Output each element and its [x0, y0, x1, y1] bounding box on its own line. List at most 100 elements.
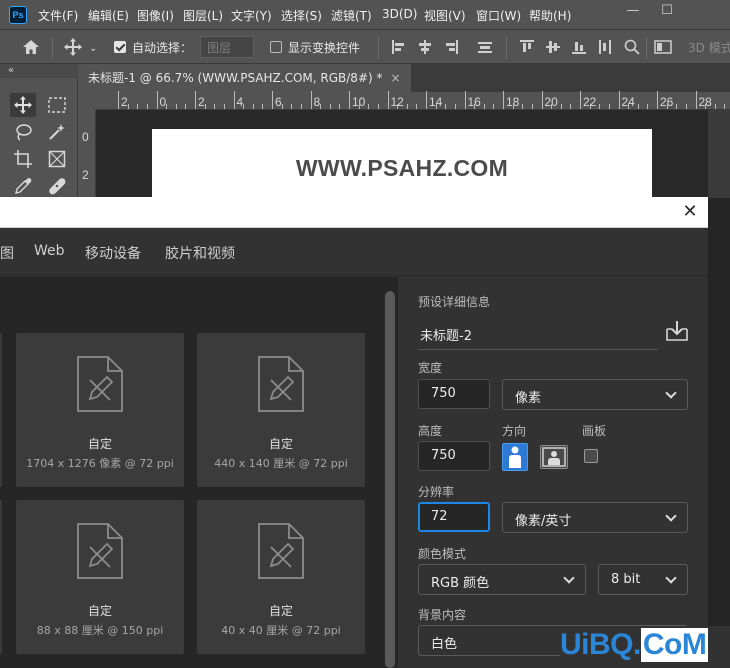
menu-3d[interactable]: 3D(D): [382, 7, 417, 21]
ruler-minor-tick: [531, 104, 533, 109]
magic-wand-icon[interactable]: [44, 120, 70, 144]
align-center-h-icon[interactable]: [418, 40, 432, 54]
menu-view[interactable]: 视图(V): [424, 7, 466, 24]
document-pencil-icon: [258, 356, 304, 412]
preset-card-partial[interactable]: [0, 500, 2, 654]
chevron-down-icon[interactable]: ⌄: [89, 41, 97, 56]
frame-icon[interactable]: [44, 147, 70, 171]
panel-icon[interactable]: [654, 40, 672, 54]
canvas-scrollbar[interactable]: [708, 110, 730, 198]
ruler-minor-tick: [493, 104, 495, 109]
close-tab-icon[interactable]: ×: [391, 71, 401, 85]
resolution-unit-select[interactable]: 像素/英寸: [502, 502, 688, 533]
ruler-minor-tick: [637, 104, 639, 109]
maximize-button[interactable]: ☐: [650, 0, 684, 24]
move-tool-icon[interactable]: [10, 93, 36, 117]
bit-depth-value: 8 bit: [611, 572, 641, 587]
ruler-minor-tick: [281, 104, 283, 109]
document-pencil-icon: [77, 523, 123, 579]
align-top-icon[interactable]: [520, 40, 534, 54]
menu-edit[interactable]: 编辑(E): [88, 7, 129, 24]
watermark-part-2: CoM: [640, 628, 709, 662]
align-middle-v-icon[interactable]: [546, 40, 560, 54]
ruler-minor-tick: [252, 104, 254, 109]
dialog-title-bar: ✕: [0, 197, 708, 228]
separator: [378, 37, 379, 59]
search-icon[interactable]: [624, 39, 640, 55]
separator: [506, 37, 507, 59]
vertical-ruler[interactable]: 0 2: [78, 110, 96, 200]
menu-help[interactable]: 帮助(H): [529, 7, 571, 24]
preset-meta: 440 x 140 厘米 @ 72 ppi: [214, 457, 348, 470]
ruler-minor-tick: [454, 104, 456, 109]
tab-mobile[interactable]: 移动设备: [85, 243, 141, 263]
ruler-major-tick: [387, 91, 389, 109]
ruler-corner: [78, 92, 96, 110]
eyedropper-icon[interactable]: [10, 174, 36, 198]
ruler-minor-tick: [204, 104, 206, 109]
menu-image[interactable]: 图像(I): [137, 7, 174, 24]
home-icon[interactable]: [22, 39, 40, 55]
lasso-icon[interactable]: [10, 120, 36, 144]
document-tab[interactable]: 未标题-1 @ 66.7% (WWW.PSAHZ.COM, RGB/8#) * ×: [78, 64, 411, 92]
width-input[interactable]: 750: [418, 379, 490, 409]
color-mode-label: 颜色模式: [418, 547, 467, 561]
ruler-label: 2: [82, 168, 89, 182]
ruler-major-tick: [272, 91, 273, 109]
ruler-minor-tick: [512, 104, 514, 109]
landscape-orientation-button[interactable]: [540, 445, 568, 469]
menu-select[interactable]: 选择(S): [281, 7, 322, 24]
bit-depth-select[interactable]: 8 bit: [598, 564, 688, 595]
document-canvas[interactable]: WWW.PSAHZ.COM: [152, 129, 652, 201]
scrollbar-thumb[interactable]: [385, 291, 395, 668]
ruler-minor-tick: [445, 104, 447, 109]
preset-card-partial[interactable]: [0, 333, 2, 487]
photoshop-logo-icon[interactable]: Ps: [9, 6, 27, 24]
preset-card[interactable]: 自定 40 x 40 厘米 @ 72 ppi: [197, 500, 365, 654]
distribute-v-icon[interactable]: [598, 40, 612, 54]
distribute-icon[interactable]: [478, 40, 492, 54]
menu-window[interactable]: 窗口(W): [476, 7, 521, 24]
show-transform-checkbox[interactable]: [270, 41, 282, 53]
align-left-icon[interactable]: [392, 40, 406, 54]
width-value: 750: [431, 386, 456, 401]
chevron-down-icon: [665, 572, 677, 584]
collapse-toolbar-icon[interactable]: «: [0, 64, 78, 78]
minimize-button[interactable]: —: [616, 0, 650, 24]
chevron-down-icon: [563, 572, 575, 584]
auto-select-checkbox[interactable]: [114, 41, 126, 53]
menu-file[interactable]: 文件(F): [38, 7, 78, 24]
rectangular-marquee-icon[interactable]: [44, 93, 70, 117]
ruler-minor-tick: [714, 104, 716, 109]
menu-filter[interactable]: 滤镜(T): [331, 7, 372, 24]
healing-brush-icon[interactable]: [44, 174, 70, 198]
color-mode-select[interactable]: RGB 颜色: [418, 564, 586, 595]
menu-type[interactable]: 文字(Y): [231, 7, 272, 24]
tab-art-illustration[interactable]: 图: [0, 243, 14, 263]
auto-select-target-dropdown[interactable]: 图层: [200, 36, 254, 58]
preset-card[interactable]: 自定 440 x 140 厘米 @ 72 ppi: [197, 333, 365, 487]
ruler-minor-tick: [589, 104, 591, 109]
document-name-field[interactable]: 未标题-2: [420, 325, 472, 344]
tab-web[interactable]: Web: [34, 243, 65, 259]
align-bottom-icon[interactable]: [572, 40, 586, 54]
save-preset-icon[interactable]: [666, 320, 688, 342]
move-tool-icon[interactable]: [64, 38, 82, 56]
ruler-minor-tick: [146, 104, 148, 109]
resolution-input[interactable]: 72: [418, 502, 490, 532]
height-input[interactable]: 750: [418, 441, 490, 471]
ruler-minor-tick: [522, 104, 524, 109]
artboard-checkbox[interactable]: [584, 449, 598, 463]
portrait-orientation-button[interactable]: [502, 443, 528, 471]
close-dialog-button[interactable]: ✕: [680, 202, 700, 222]
ruler-minor-tick: [647, 104, 649, 109]
align-right-icon[interactable]: [444, 40, 458, 54]
width-unit-select[interactable]: 像素: [502, 379, 688, 410]
menu-layer[interactable]: 图层(L): [183, 7, 223, 24]
preset-card[interactable]: 自定 1704 x 1276 像素 @ 72 ppi: [16, 333, 184, 487]
preset-card[interactable]: 自定 88 x 88 厘米 @ 150 ppi: [16, 500, 184, 654]
tab-film-video[interactable]: 胶片和视频: [165, 243, 235, 263]
preset-scrollbar[interactable]: [382, 277, 398, 668]
crop-icon[interactable]: [10, 147, 36, 171]
horizontal-ruler[interactable]: 2 0 2 4 6 8 10 12 14 16 18 20 22 24 26 28: [96, 91, 730, 110]
